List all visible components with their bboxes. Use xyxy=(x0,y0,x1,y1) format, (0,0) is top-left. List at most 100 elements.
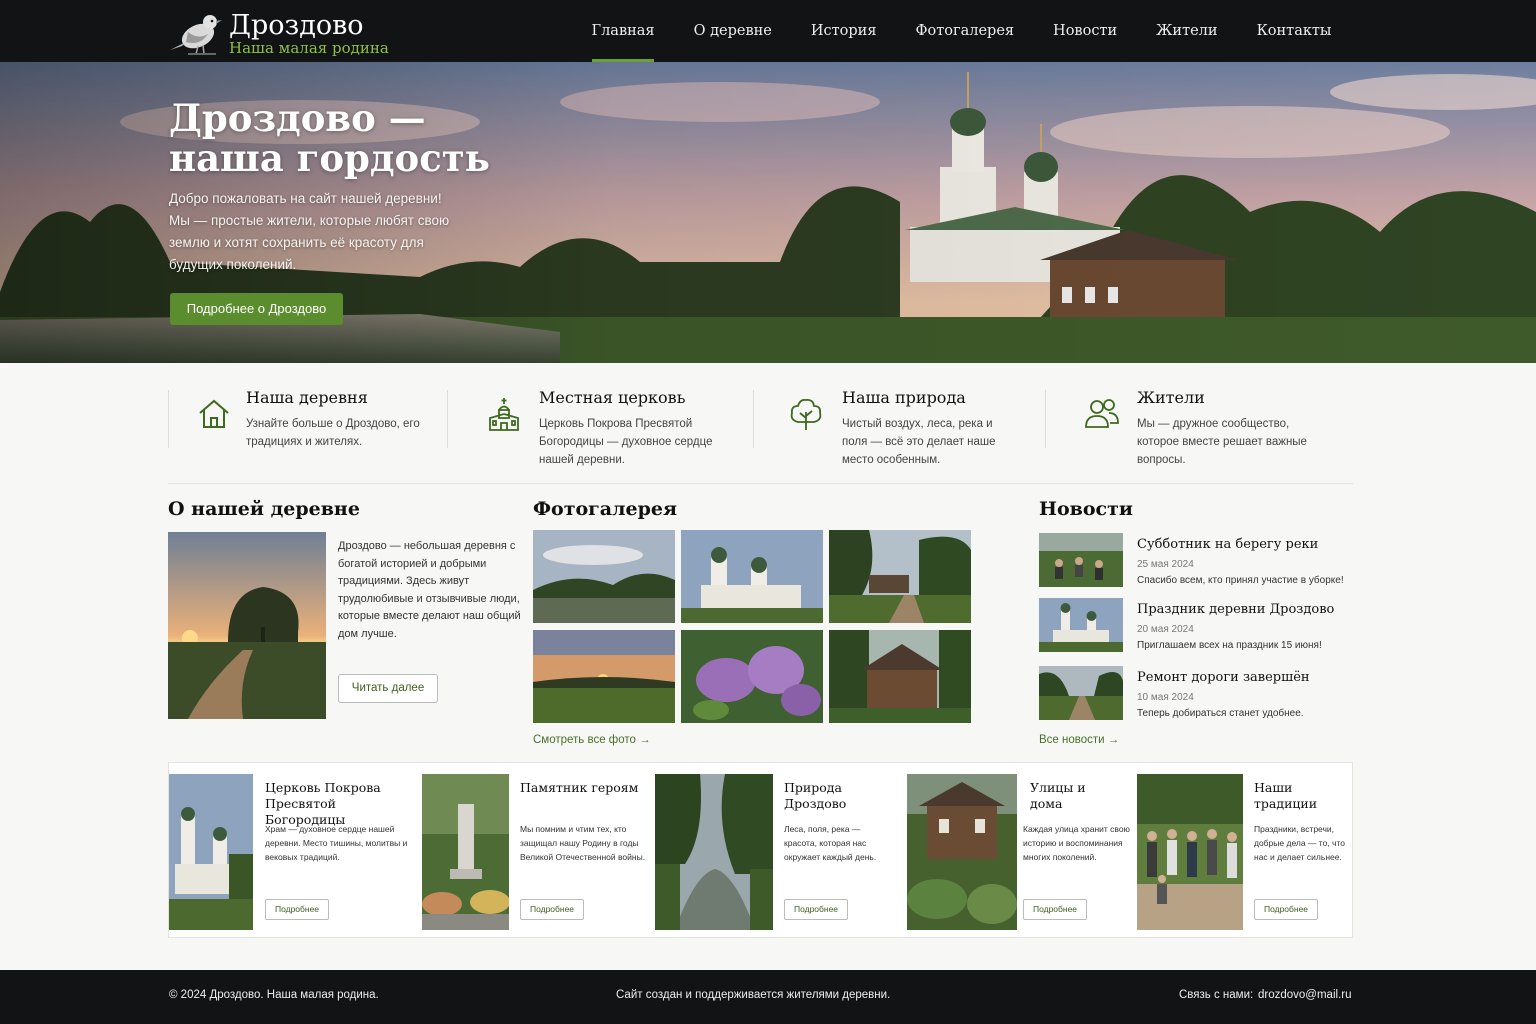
nav-residents[interactable]: Жители xyxy=(1137,0,1237,62)
card-text: Храм — духовное сердце нашей деревни. Ме… xyxy=(265,824,408,862)
news-item-title: Ремонт дороги завершён xyxy=(1137,670,1310,685)
feature-divider xyxy=(1045,390,1046,448)
hero-more-button[interactable]: Подробнее о Дроздово xyxy=(170,293,343,325)
card-traditions[interactable]: Наши традиции Праздники, встречи, добрые… xyxy=(1137,774,1352,930)
card-monument[interactable]: Памятник героям Мы помним и чтим тех, кт… xyxy=(422,774,652,930)
feature-residents[interactable]: Жители Мы — дружное сообщество, которое … xyxy=(1056,386,1346,468)
hero-banner: Дроздово — наша гордость Добро пожаловат… xyxy=(0,62,1536,363)
nav-home[interactable]: Главная xyxy=(572,0,674,62)
read-more-button[interactable]: Читать далее xyxy=(338,674,438,703)
gallery-photo-wooden-house[interactable] xyxy=(829,630,971,723)
card-photo-traditions xyxy=(1137,774,1243,930)
site-logo[interactable]: Дроздово Наша малая родина xyxy=(168,8,408,58)
feature-text: Узнайте больше о Дроздово, его традициях… xyxy=(246,418,420,448)
card-more-button[interactable]: Подробнее xyxy=(520,899,584,920)
gallery-title: Фотогалерея xyxy=(533,498,677,520)
news-item[interactable]: Субботник на берегу реки 25 мая 2024 Спа… xyxy=(1039,533,1353,589)
card-text: Мы помним и чтим тех, кто защищал нашу Р… xyxy=(520,824,646,862)
gallery-photo-church[interactable] xyxy=(681,530,823,623)
card-title: Природа Дроздово xyxy=(784,780,847,811)
card-text: Леса, поля, река — красота, которая нас … xyxy=(784,824,877,862)
site-title: Дроздово xyxy=(229,10,364,41)
nav-contacts[interactable]: Контакты xyxy=(1237,0,1351,62)
church-icon xyxy=(489,398,519,431)
card-photo-church xyxy=(169,774,253,930)
tree-icon xyxy=(790,398,822,430)
news-item-date: 25 мая 2024 xyxy=(1137,559,1194,570)
news-photo-cleanup xyxy=(1039,533,1123,587)
card-more-button[interactable]: Подробнее xyxy=(1023,899,1087,920)
people-icon xyxy=(1085,399,1119,428)
feature-text: Чистый воздух, леса, река и поля — всё э… xyxy=(842,418,996,466)
feature-nature[interactable]: Наша природа Чистый воздух, леса, река и… xyxy=(760,386,1050,468)
nav-gallery[interactable]: Фотогалерея xyxy=(896,0,1034,62)
news-title: Новости xyxy=(1039,498,1133,520)
card-title: Наши традиции xyxy=(1254,780,1318,811)
site-footer: © 2024 Дроздово. Наша малая родина. Сайт… xyxy=(0,970,1536,1024)
feature-divider xyxy=(753,390,754,448)
feature-title: Местная церковь xyxy=(539,388,686,407)
feature-title: Наша природа xyxy=(842,388,966,407)
news-item-text: Теперь добираться станет удобнее. xyxy=(1137,708,1304,719)
hero-title-line2: наша гордость xyxy=(169,136,490,180)
feature-church[interactable]: Местная церковь Церковь Покрова Пресвято… xyxy=(458,386,748,468)
card-text: Праздники, встречи, добрые дела — то, чт… xyxy=(1254,824,1345,862)
gallery-photo-river[interactable] xyxy=(533,530,675,623)
news-all-link[interactable]: Все новости → xyxy=(1039,734,1119,746)
gallery-photo-lilac[interactable] xyxy=(681,630,823,723)
nav-about[interactable]: О деревне xyxy=(674,0,791,62)
footer-credits: Сайт создан и поддерживается жителями де… xyxy=(616,989,891,1001)
card-text: Каждая улица хранит свою историю и воспо… xyxy=(1023,824,1130,862)
about-text: Дроздово — небольшая деревня с богатой и… xyxy=(338,540,521,640)
card-streets[interactable]: Улицы и дома Каждая улица хранит свою ис… xyxy=(907,774,1132,930)
about-title: О нашей деревне xyxy=(168,498,360,520)
photo-gallery: Смотреть все фото → xyxy=(533,530,988,746)
news-item-date: 20 мая 2024 xyxy=(1137,624,1194,635)
feature-text: Церковь Покрова Пресвятой Богородицы — д… xyxy=(539,418,713,466)
thrush-bird-icon xyxy=(170,15,222,55)
feature-village[interactable]: Наша деревня Узнайте больше о Дроздово, … xyxy=(168,386,448,468)
news-item[interactable]: Праздник деревни Дроздово 20 мая 2024 Пр… xyxy=(1039,598,1353,654)
card-more-button[interactable]: Подробнее xyxy=(784,899,848,920)
gallery-photo-sunset-field[interactable] xyxy=(533,630,675,723)
feature-divider xyxy=(447,390,448,448)
news-photo-church xyxy=(1039,598,1123,652)
site-subtitle: Наша малая родина xyxy=(229,39,389,57)
news-item-title: Праздник деревни Дроздово xyxy=(1137,602,1335,617)
news-item[interactable]: Ремонт дороги завершён 10 мая 2024 Тепер… xyxy=(1039,666,1353,722)
card-title: Церковь Покрова Пресвятой Богородицы xyxy=(265,780,381,827)
card-more-button[interactable]: Подробнее xyxy=(265,899,329,920)
card-photo-monument xyxy=(422,774,509,930)
feature-title: Жители xyxy=(1137,388,1205,407)
footer-contact-label: Связь с нами: xyxy=(1179,989,1254,1001)
card-title: Памятник героям xyxy=(520,780,639,795)
main-nav: Главная О деревне История Фотогалерея Но… xyxy=(572,0,1351,62)
section-divider xyxy=(168,483,1353,484)
hero-text: Добро пожаловать на сайт нашей деревни! … xyxy=(169,191,450,272)
nav-news[interactable]: Новости xyxy=(1034,0,1137,62)
card-nature[interactable]: Природа Дроздово Леса, поля, река — крас… xyxy=(655,774,895,930)
feature-title: Наша деревня xyxy=(246,388,368,407)
gallery-view-all-link[interactable]: Смотреть все фото → xyxy=(533,734,651,746)
card-church[interactable]: Церковь Покрова Пресвятой Богородицы Хра… xyxy=(169,774,414,930)
news-photo-road xyxy=(1039,666,1123,720)
news-item-title: Субботник на берегу реки xyxy=(1137,537,1319,552)
news-item-text: Спасибо всем, кто принял участие в уборк… xyxy=(1137,575,1344,586)
highlight-cards: Церковь Покрова Пресвятой Богородицы Хра… xyxy=(168,762,1353,938)
nav-history[interactable]: История xyxy=(791,0,896,62)
footer-email-link[interactable]: drozdovo@mail.ru xyxy=(1258,989,1352,1001)
house-icon xyxy=(199,399,229,428)
hero-title: Дроздово — наша гордость xyxy=(169,98,569,178)
about-road-sunset-image xyxy=(168,532,326,719)
hero-title-line1: Дроздово — xyxy=(169,96,426,140)
gallery-photo-village-road[interactable] xyxy=(829,530,971,623)
site-header: Дроздово Наша малая родина Главная О дер… xyxy=(0,0,1536,62)
news-item-date: 10 мая 2024 xyxy=(1137,692,1194,703)
card-photo-nature xyxy=(655,774,773,930)
feature-text: Мы — дружное сообщество, которое вместе … xyxy=(1137,418,1307,466)
footer-copyright: © 2024 Дроздово. Наша малая родина. xyxy=(169,989,379,1001)
news-item-text: Приглашаем всех на праздник 15 июня! xyxy=(1137,640,1322,651)
card-more-button[interactable]: Подробнее xyxy=(1254,899,1318,920)
features-row: Наша деревня Узнайте больше о Дроздово, … xyxy=(168,380,1353,480)
card-photo-streets xyxy=(907,774,1017,930)
